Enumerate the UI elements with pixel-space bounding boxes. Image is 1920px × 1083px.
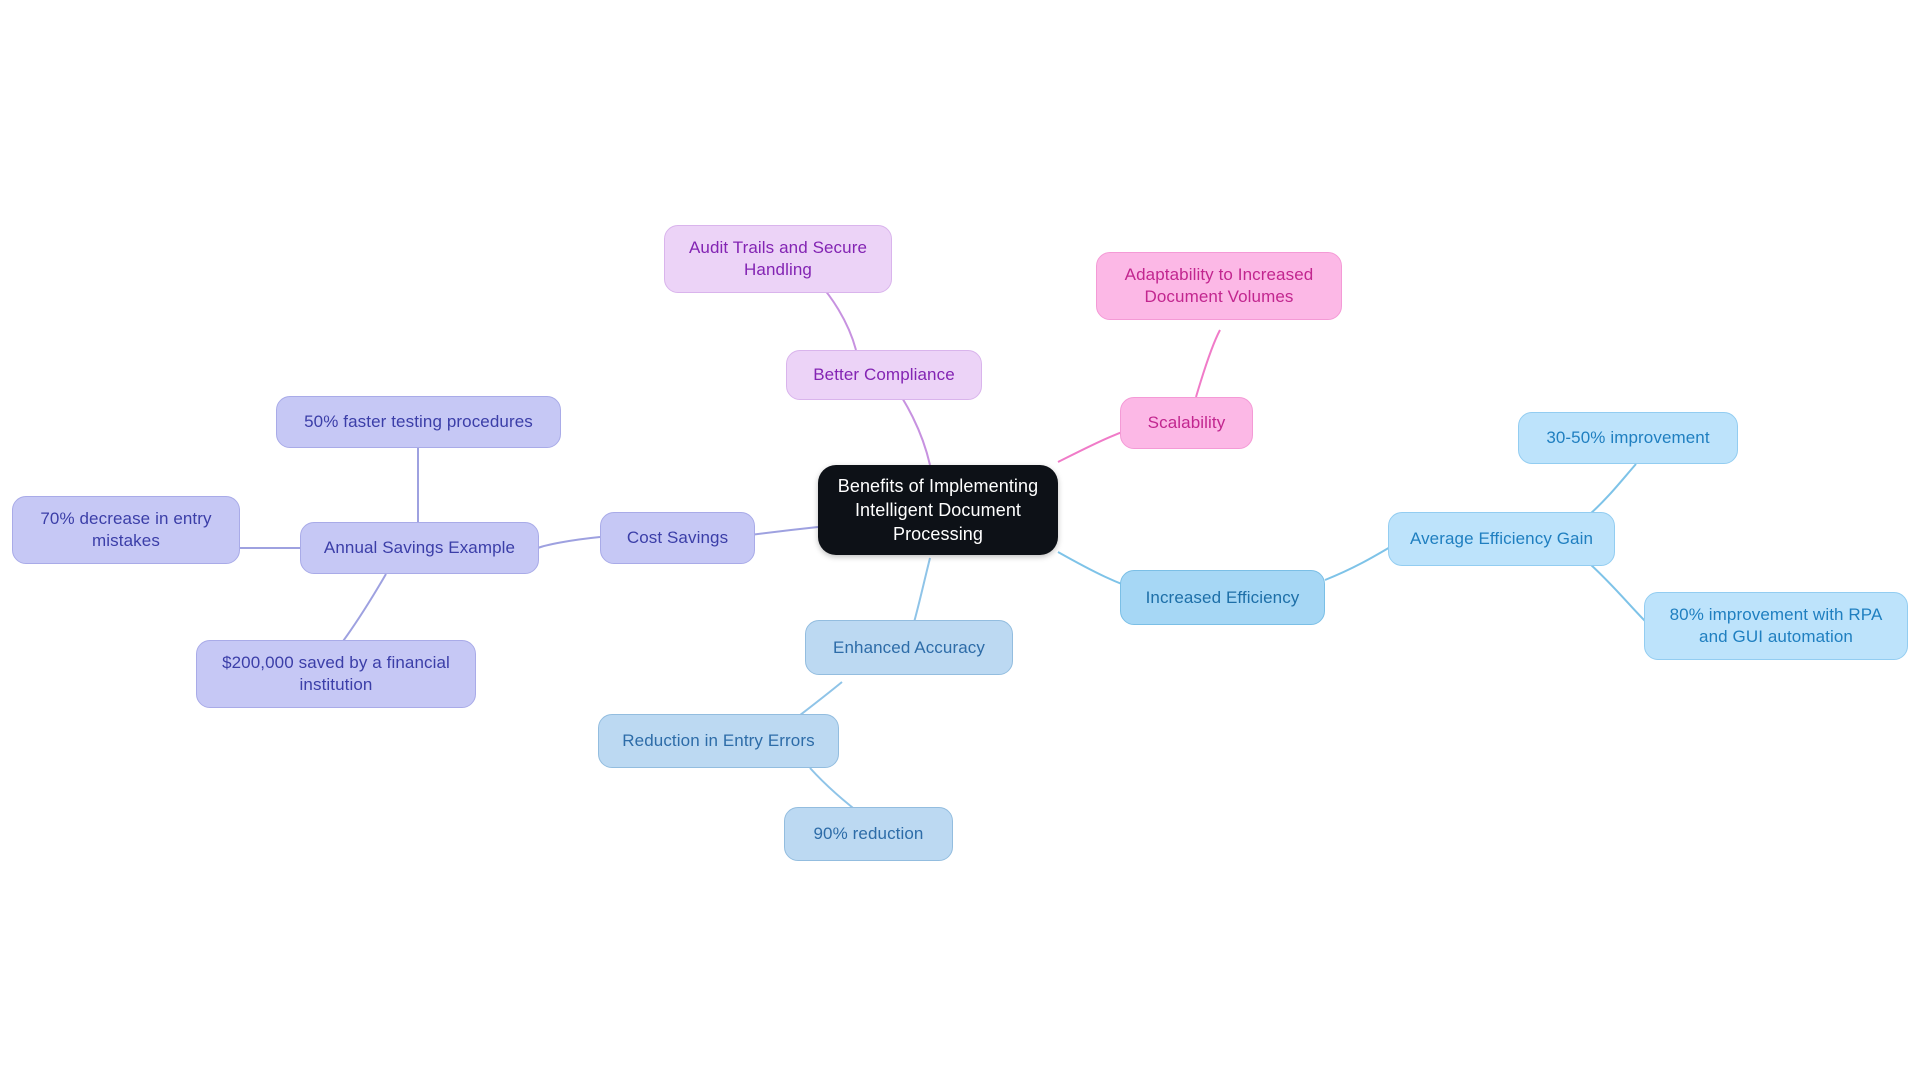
node-enhanced-accuracy[interactable]: Enhanced Accuracy — [805, 620, 1013, 675]
node-30-50-improvement[interactable]: 30-50% improvement — [1518, 412, 1738, 464]
node-scalability[interactable]: Scalability — [1120, 397, 1253, 449]
edge-average-efficiency-gain-to-80-improvement — [1589, 563, 1647, 623]
node-better-compliance[interactable]: Better Compliance — [786, 350, 982, 400]
edge-increased-efficiency-to-average-efficiency-gain — [1324, 545, 1393, 581]
node-90-reduction[interactable]: 90% reduction — [784, 807, 953, 861]
node-reduction-in-entry-errors[interactable]: Reduction in Entry Errors — [598, 714, 839, 768]
node-annual-savings-example[interactable]: Annual Savings Example — [300, 522, 539, 574]
node-audit-trails-and-secure-handling[interactable]: Audit Trails and Secure Handling — [664, 225, 892, 293]
node-80-improvement-with-rpa-and-gui-automation[interactable]: 80% improvement with RPA and GUI automat… — [1644, 592, 1908, 660]
node-50-faster-testing-procedures[interactable]: 50% faster testing procedures — [276, 396, 561, 448]
node-adaptability-to-increased-document-volumes[interactable]: Adaptability to Increased Document Volum… — [1096, 252, 1342, 320]
node-root[interactable]: Benefits of Implementing Intelligent Doc… — [818, 465, 1058, 555]
node-70-decrease-in-entry-mistakes[interactable]: 70% decrease in entry mistakes — [12, 496, 240, 564]
node-average-efficiency-gain[interactable]: Average Efficiency Gain — [1388, 512, 1615, 566]
edge-average-efficiency-gain-to-30-50-improvement — [1589, 463, 1637, 515]
edge-annual-savings-example-to-200000-saved — [337, 573, 387, 649]
edge-cost-savings-to-annual-savings-example — [537, 536, 601, 549]
mindmap-canvas: Benefits of Implementing Intelligent Doc… — [0, 0, 1920, 1083]
node-increased-efficiency[interactable]: Increased Efficiency — [1120, 570, 1325, 625]
node-200000-saved-by-a-financial-institution[interactable]: $200,000 saved by a financial institutio… — [196, 640, 476, 708]
node-cost-savings[interactable]: Cost Savings — [600, 512, 755, 564]
edge-scalability-to-adaptability — [1195, 329, 1221, 398]
